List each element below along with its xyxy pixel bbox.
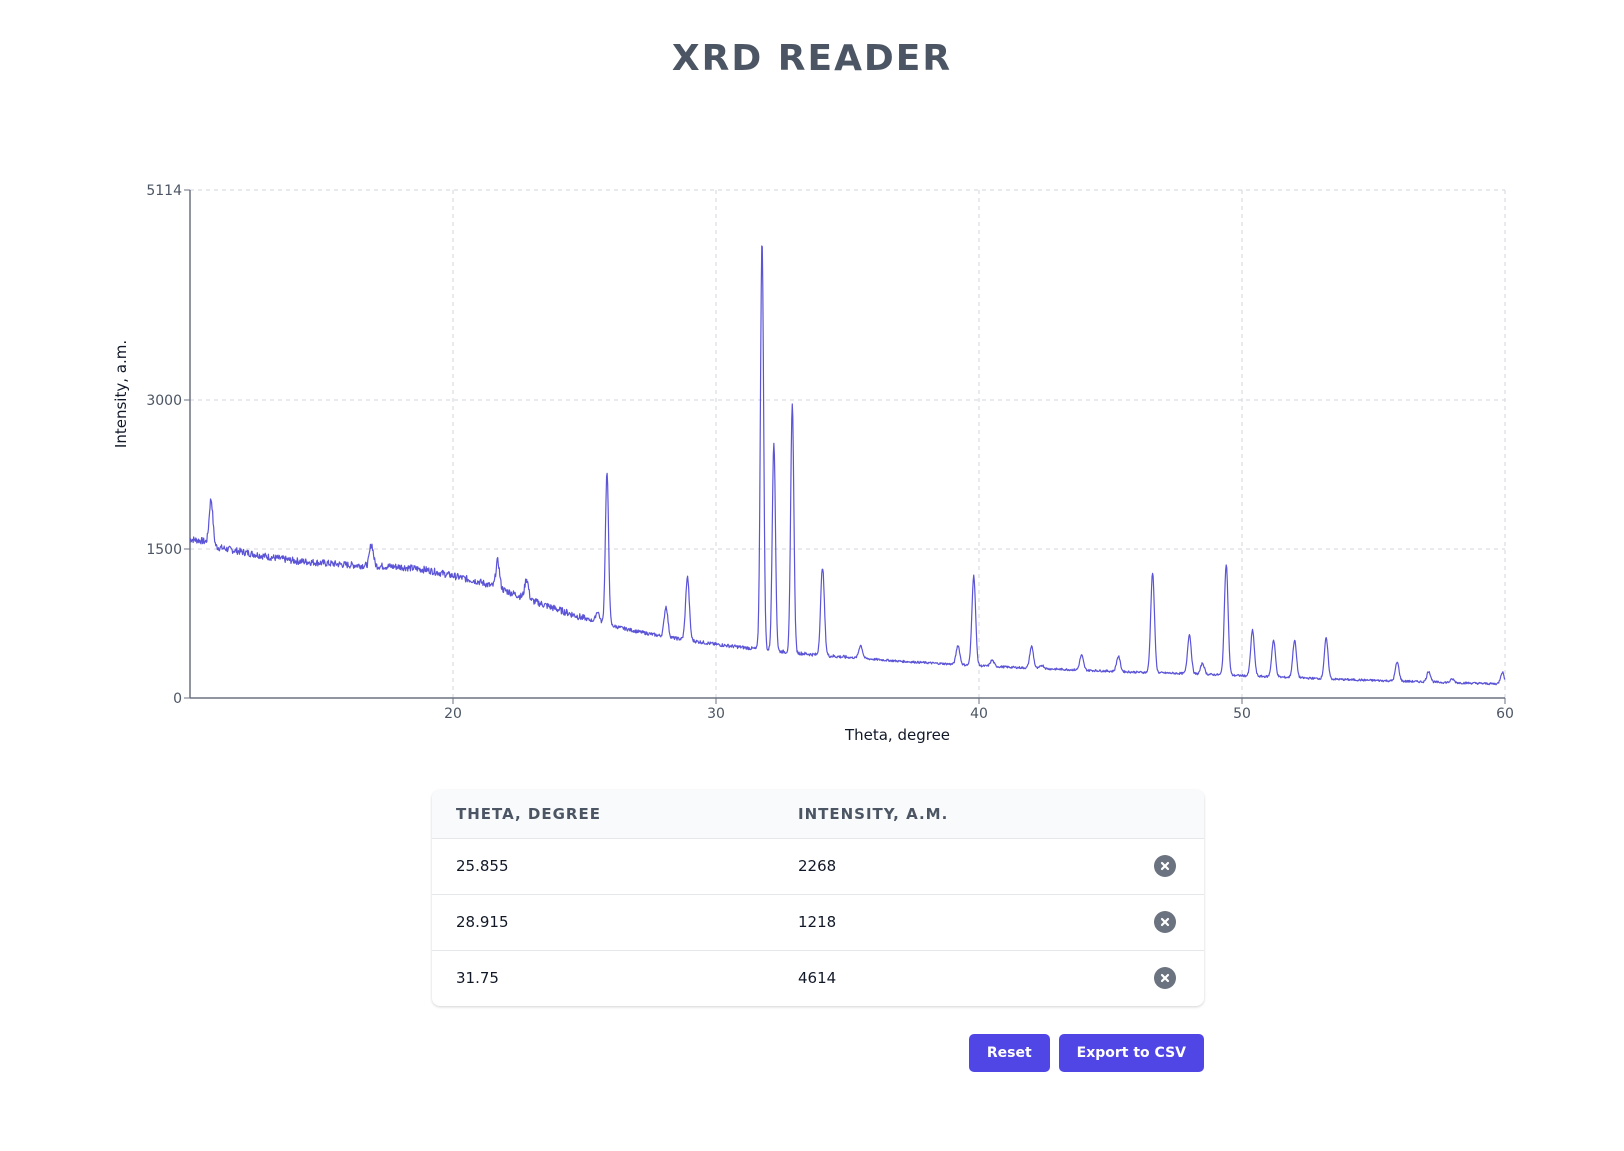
action-cell (1122, 838, 1204, 894)
action-cell (1122, 894, 1204, 950)
x-tick-label: 60 (1496, 706, 1514, 722)
reset-button[interactable]: Reset (968, 1034, 1050, 1072)
y-tick-label: 1500 (146, 542, 182, 558)
table-row: 25.855 2268 (432, 838, 1204, 894)
page: XRD READER 0 1500 3000 5114 20 30 40 50 60 Theta,… (0, 0, 1624, 1151)
close-circle-icon[interactable] (1154, 911, 1176, 933)
y-tick-label: 3000 (146, 393, 182, 409)
action-cell (1122, 950, 1204, 1006)
action-buttons: Reset Export to CSV (968, 1034, 1204, 1072)
xrd-chart-svg[interactable]: 0 1500 3000 5114 20 30 40 50 60 Theta, degree Inte… (0, 0, 1624, 760)
column-header-theta: Theta, degree (432, 790, 774, 839)
close-circle-icon[interactable] (1154, 855, 1176, 877)
theta-cell: 31.75 (456, 969, 499, 988)
close-circle-icon[interactable] (1154, 967, 1176, 990)
y-tick-label: 0 (173, 691, 182, 707)
xrd-series-line (189, 245, 1506, 686)
intensity-cell: 4614 (798, 969, 837, 988)
column-header-actions (1122, 790, 1204, 839)
y-axis-title: Intensity, a.m. (112, 340, 130, 448)
x-tick-label: 50 (1233, 706, 1251, 722)
intensity-cell: 2268 (798, 857, 837, 875)
table-row: 31.75 4614 (432, 950, 1204, 1006)
theta-cell: 28.915 (456, 913, 509, 931)
table-row: 28.915 1218 (432, 894, 1204, 950)
table-header-row: Theta, degree Intensity, a.m. (432, 790, 1204, 839)
x-tick-label: 40 (970, 706, 988, 722)
x-axis-title: Theta, degree (844, 726, 950, 744)
peaks-table-card: Theta, degree Intensity, a.m. 25.855 226… (432, 790, 1204, 1006)
x-tick-label: 30 (707, 706, 725, 722)
y-tick-label: 5114 (146, 183, 182, 199)
peaks-table: Theta, degree Intensity, a.m. 25.855 226… (432, 790, 1204, 1006)
intensity-cell: 1218 (798, 913, 837, 931)
export-csv-button[interactable]: Export to CSV (1058, 1034, 1204, 1072)
theta-cell: 25.855 (456, 857, 509, 875)
x-tick-label: 20 (444, 706, 462, 722)
column-header-intensity: Intensity, a.m. (774, 790, 1122, 839)
xrd-chart[interactable]: 0 1500 3000 5114 20 30 40 50 60 Theta, degree Inte… (0, 0, 1624, 760)
